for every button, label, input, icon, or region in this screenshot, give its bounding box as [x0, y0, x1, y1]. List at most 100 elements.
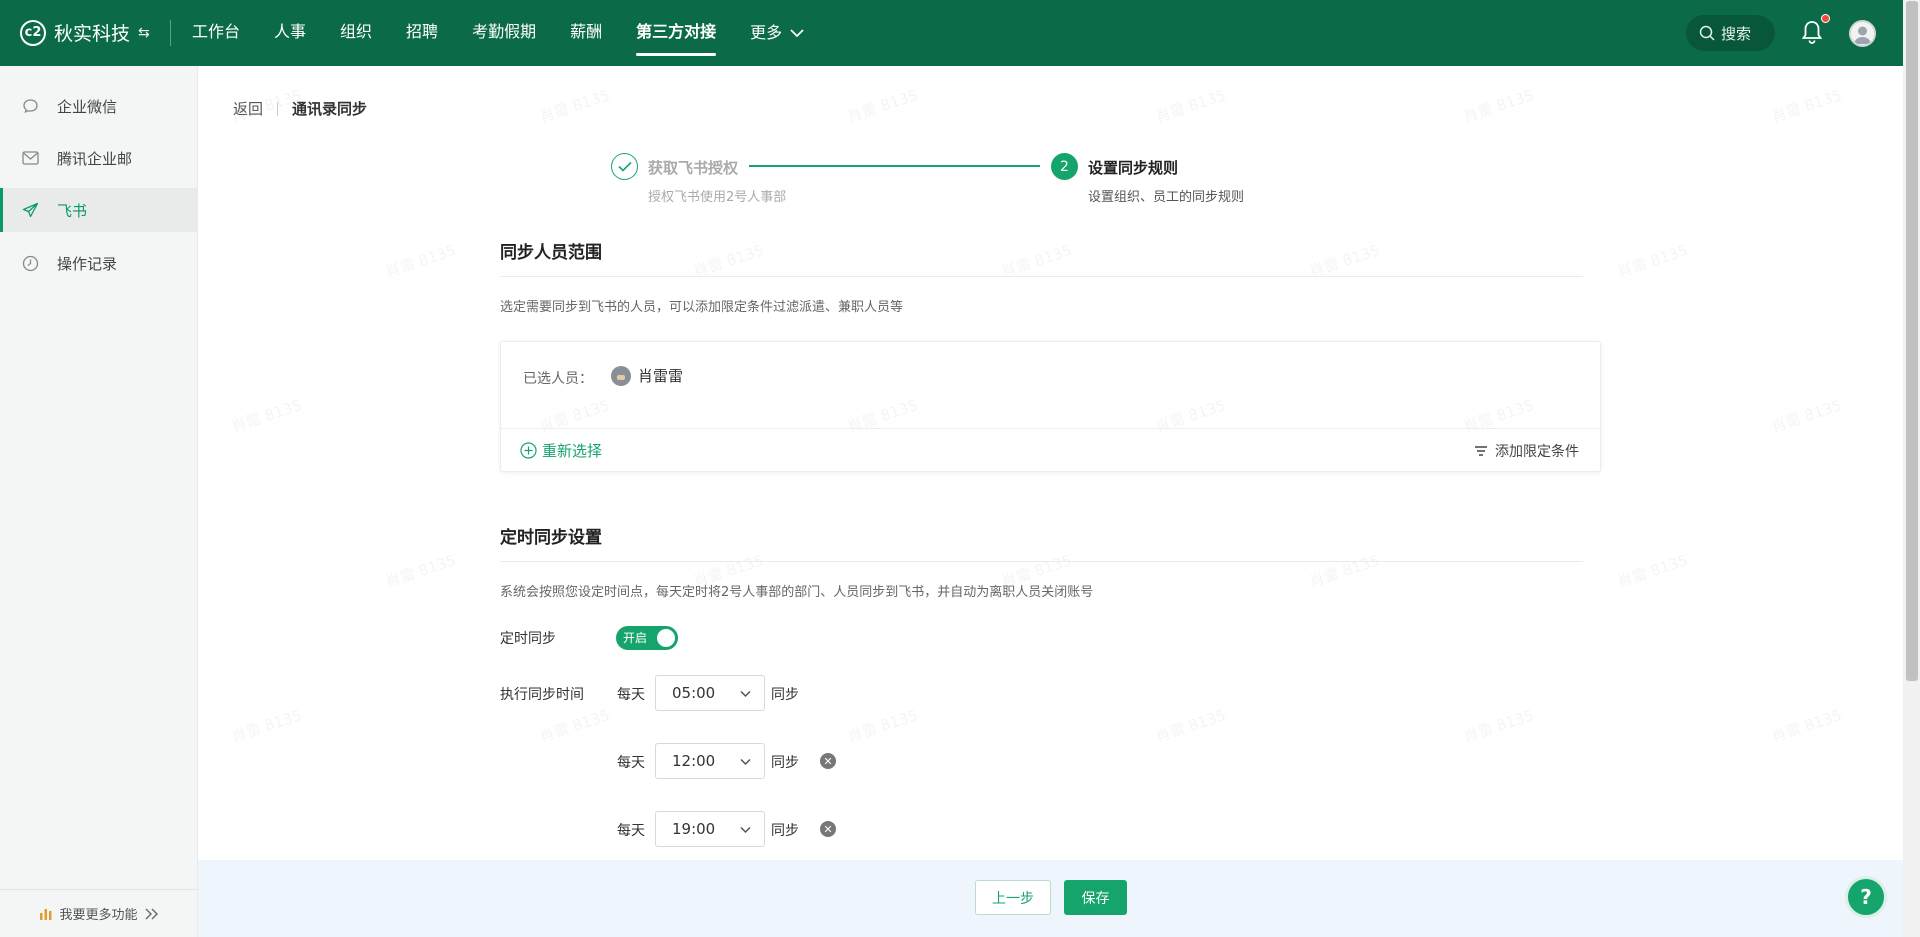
add-filter-label: 添加限定条件: [1495, 444, 1579, 460]
chevron-down-icon: [740, 758, 751, 766]
sidebar-item-wecom[interactable]: 企业微信: [0, 84, 198, 128]
sync-suffix: 同步: [771, 687, 799, 703]
sync-time-select-3[interactable]: 19:00: [655, 811, 765, 847]
watermark-text: 肖雷 8135: [1615, 239, 1691, 282]
watermark-text: 肖雷 8135: [537, 84, 613, 127]
nav-item-more[interactable]: 更多: [750, 0, 804, 66]
mail-icon: [21, 149, 39, 167]
step-2-description: 设置组织、员工的同步规则: [1088, 190, 1245, 205]
clock-icon: [21, 254, 39, 272]
nav-item-attendance[interactable]: 考勤假期: [472, 0, 536, 66]
section-divider: [500, 561, 1583, 562]
scope-section-title: 同步人员范围: [500, 243, 602, 263]
watermark-text: 肖雷 8135: [1615, 549, 1691, 592]
nav-item-personnel[interactable]: 人事: [274, 0, 306, 66]
nav-item-recruiting[interactable]: 招聘: [406, 0, 438, 66]
scheduled-sync-label: 定时同步: [500, 631, 556, 647]
add-filter-button[interactable]: 添加限定条件: [1474, 441, 1579, 461]
send-icon: [21, 201, 39, 219]
sync-suffix: 同步: [771, 755, 799, 771]
more-features-label: 我要更多功能: [59, 908, 138, 923]
back-link[interactable]: 返回: [233, 98, 263, 119]
every-day-label: 每天: [617, 755, 645, 771]
logo-mark-icon: c2: [20, 19, 46, 46]
reselect-button[interactable]: 重新选择: [520, 440, 602, 461]
sidebar-item-label: 操作记录: [57, 254, 118, 273]
watermark-text: 肖雷 8135: [845, 84, 921, 127]
schedule-section-title: 定时同步设置: [500, 528, 602, 548]
step-1-description: 授权飞书使用2号人事部: [648, 190, 787, 205]
selected-people-card: 已选人员： 肖雷雷 重新选择 添加限定条件: [500, 341, 1601, 472]
breadcrumb: 返回 通讯录同步: [233, 98, 367, 119]
previous-step-button[interactable]: 上一步: [975, 880, 1051, 915]
app-logo[interactable]: c2 秋实科技 ⇆: [20, 19, 150, 46]
watermark-text: 肖雷 8135: [1153, 84, 1229, 127]
search-box[interactable]: 搜索: [1686, 15, 1775, 51]
switch-company-icon[interactable]: ⇆: [138, 25, 150, 41]
top-divider: [170, 20, 171, 46]
section-divider: [500, 276, 1583, 277]
schedule-section-description: 系统会按照您设定时间点，每天定时将2号人事部的部门、人员同步到飞书，并自动为离职…: [500, 585, 1094, 600]
selected-person-tag: 肖雷雷: [611, 365, 683, 386]
sync-time-select-2[interactable]: 12:00: [655, 743, 765, 779]
sync-time-label: 执行同步时间: [500, 687, 584, 703]
watermark-text: 肖雷 8135: [229, 704, 305, 747]
scrollbar-thumb[interactable]: [1906, 1, 1918, 681]
breadcrumb-separator: [277, 101, 279, 116]
sync-time-select-1[interactable]: 05:00: [655, 675, 765, 711]
scheduled-sync-toggle[interactable]: 开启: [616, 626, 678, 650]
toggle-text: 开启: [623, 631, 648, 645]
step-connector: [749, 165, 1040, 167]
nav-item-payroll[interactable]: 薪酬: [570, 0, 602, 66]
chevron-down-icon: [790, 28, 804, 37]
watermark-text: 肖雷 8135: [383, 239, 459, 282]
bell-icon[interactable]: [1799, 19, 1825, 45]
watermark-text: 肖雷 8135: [229, 394, 305, 437]
every-day-label: 每天: [617, 823, 645, 839]
nav-item-workbench[interactable]: 工作台: [192, 0, 240, 66]
save-button[interactable]: 保存: [1064, 880, 1127, 915]
plus-circle-icon: [520, 442, 537, 459]
watermark-text: 肖雷 8135: [845, 704, 921, 747]
sidebar-item-feishu[interactable]: 飞书: [0, 188, 198, 232]
brand-name: 秋实科技: [54, 23, 131, 45]
filter-icon: [1475, 446, 1487, 456]
notification-dot: [1821, 14, 1830, 23]
watermark-text: 肖雷 8135: [1769, 84, 1845, 127]
remove-time-icon[interactable]: ✕: [820, 753, 836, 769]
chevron-down-icon: [740, 826, 751, 834]
remove-time-icon[interactable]: ✕: [820, 821, 836, 837]
reselect-label: 重新选择: [542, 442, 603, 460]
step-2-title: 设置同步规则: [1088, 159, 1179, 177]
page-title: 通讯录同步: [292, 100, 368, 118]
step-1-title: 获取飞书授权: [648, 159, 739, 177]
sidebar-item-operation-log[interactable]: 操作记录: [0, 241, 198, 285]
time-value: 12:00: [672, 752, 716, 770]
nav-item-third-party[interactable]: 第三方对接: [636, 0, 717, 66]
help-icon[interactable]: ?: [1845, 876, 1887, 918]
sidebar-item-label: 飞书: [57, 201, 88, 220]
sidebar-item-label: 腾讯企业邮: [57, 149, 133, 168]
search-label: 搜索: [1721, 24, 1752, 43]
watermark-text: 肖雷 8135: [383, 549, 459, 592]
user-avatar[interactable]: [1849, 20, 1876, 47]
search-icon: [1699, 25, 1715, 41]
main-nav: 工作台 人事 组织 招聘 考勤假期 薪酬 第三方对接 更多: [192, 0, 838, 66]
more-features-link[interactable]: 我要更多功能: [0, 889, 198, 937]
sidebar-item-label: 企业微信: [57, 97, 118, 116]
sidebar-item-tencent-mail[interactable]: 腾讯企业邮: [0, 136, 198, 180]
step-2-number: 2: [1051, 153, 1078, 180]
watermark-text: 肖雷 8135: [1769, 394, 1845, 437]
check-icon: [617, 161, 632, 172]
selected-people-label: 已选人员：: [523, 371, 593, 387]
card-divider: [501, 428, 1600, 429]
scope-section-description: 选定需要同步到飞书的人员，可以添加限定条件过滤派遣、兼职人员等: [500, 300, 904, 315]
step-done-icon: [611, 153, 638, 180]
watermark-text: 肖雷 8135: [1307, 549, 1383, 592]
chat-bubble-icon: [21, 97, 39, 115]
nav-item-organization[interactable]: 组织: [340, 0, 372, 66]
double-chevron-right-icon: [145, 908, 158, 919]
watermark-text: 肖雷 8135: [1153, 704, 1229, 747]
every-day-label: 每天: [617, 687, 645, 703]
chevron-down-icon: [740, 690, 751, 698]
